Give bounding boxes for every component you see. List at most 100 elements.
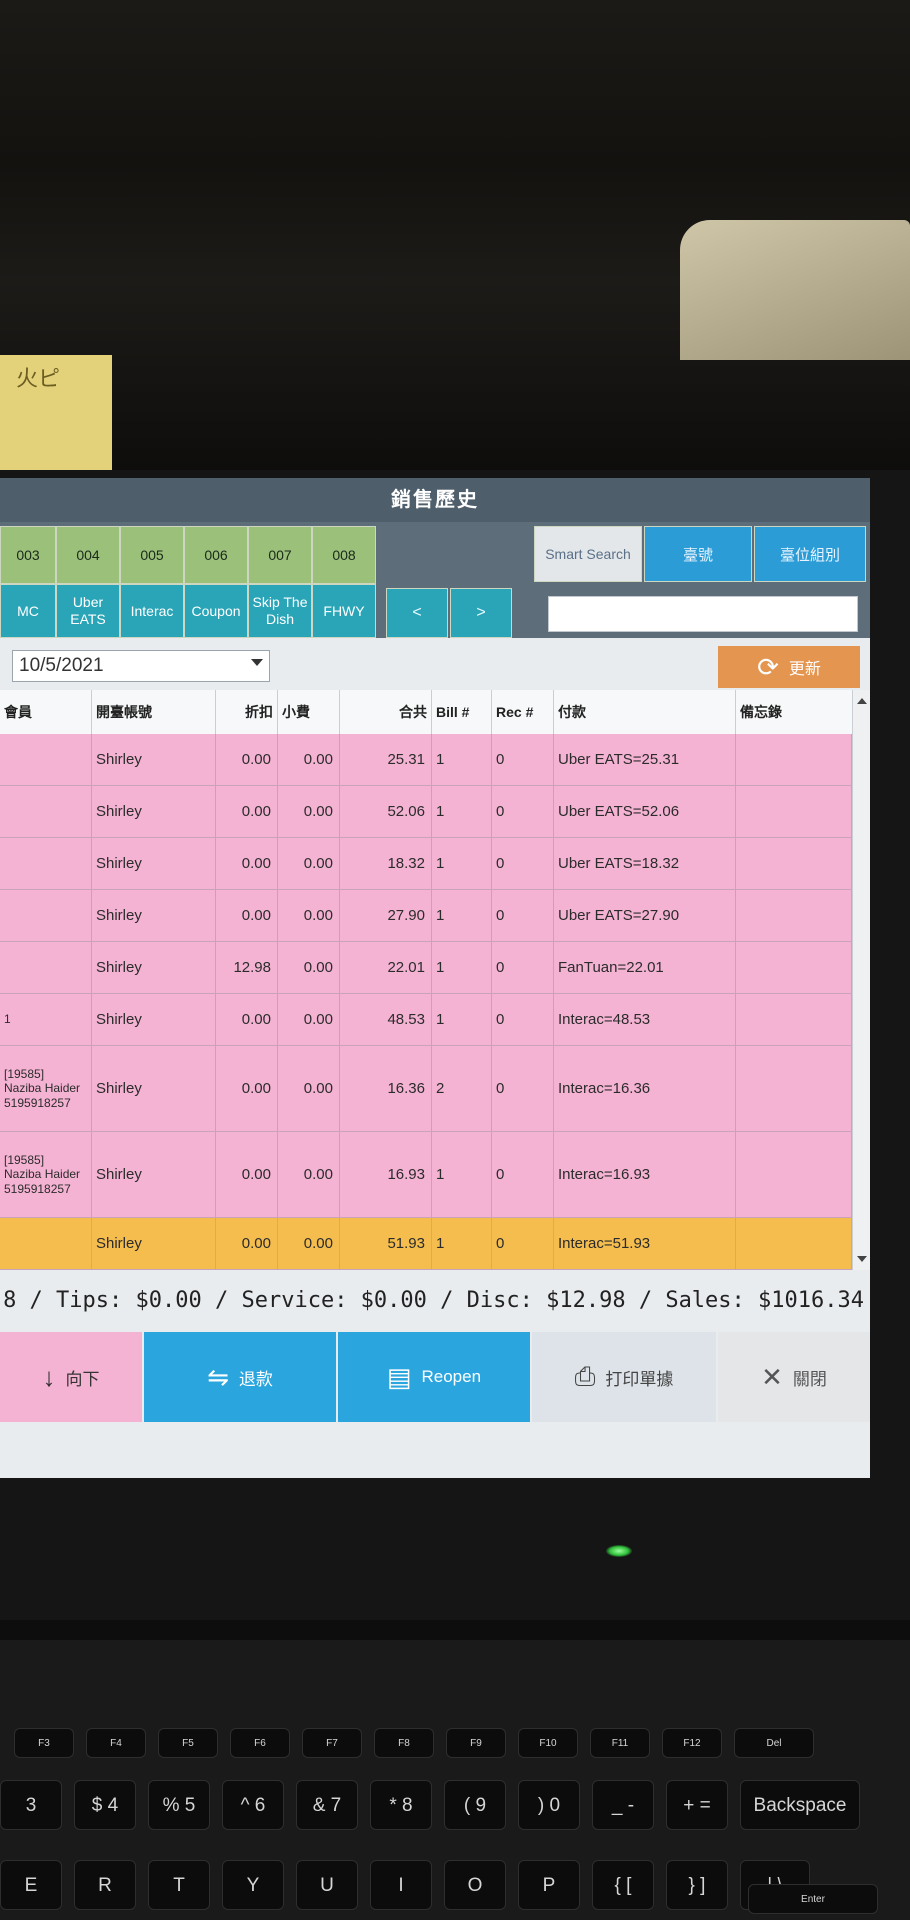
date-dropdown[interactable]: 10/5/2021 — [12, 650, 270, 682]
refund-icon: ⇋ — [207, 1361, 229, 1392]
filter-button-interac[interactable]: Interac — [120, 584, 184, 638]
table-row[interactable]: Shirley 0.00 0.00 51.93 1 0 Interac=51.93 — [0, 1218, 852, 1270]
cell-memo — [736, 1132, 852, 1217]
table-row[interactable]: Shirley 0.00 0.00 52.06 1 0 Uber EATS=52.06 — [0, 786, 852, 838]
table-row[interactable]: 1 Shirley 0.00 0.00 48.53 1 0 Interac=48.53 — [0, 994, 852, 1046]
cell-rec: 0 — [492, 942, 554, 993]
cell-memo — [736, 1046, 852, 1131]
col-member[interactable]: 會員 — [0, 690, 92, 734]
scroll-up-icon[interactable] — [857, 698, 867, 704]
col-total[interactable]: 合共 — [340, 690, 432, 734]
cell-total: 16.93 — [340, 1132, 432, 1217]
page-down-button[interactable]: ↓ 向下 — [0, 1332, 142, 1422]
smart-search-button[interactable]: Smart Search — [534, 526, 642, 582]
power-led — [606, 1545, 632, 1557]
cell-total: 16.36 — [340, 1046, 432, 1131]
keyboard-key: F6 — [230, 1728, 290, 1758]
cell-memo — [736, 942, 852, 993]
cell-discount: 0.00 — [216, 734, 278, 785]
scroll-down-icon[interactable] — [857, 1256, 867, 1262]
cell-total: 18.32 — [340, 838, 432, 889]
reopen-button[interactable]: ▤ Reopen — [338, 1332, 530, 1422]
col-payment[interactable]: 付款 — [554, 690, 736, 734]
close-label: 關閉 — [792, 1369, 827, 1389]
table-row[interactable]: [19585] Naziba Haider 5195918257 Shirley 0… — [0, 1046, 852, 1132]
search-input[interactable] — [548, 596, 858, 632]
cell-account: Shirley — [92, 942, 216, 993]
filter-button-006[interactable]: 006 — [184, 526, 248, 584]
cell-member — [0, 734, 92, 785]
cell-tips: 0.00 — [278, 1046, 340, 1131]
cell-memo — [736, 734, 852, 785]
filter-button-fhwy[interactable]: FHWY — [312, 584, 376, 638]
keyboard-key: ( 9 — [444, 1780, 506, 1830]
cell-payment: Interac=16.93 — [554, 1132, 736, 1217]
table-scrollbar[interactable] — [852, 690, 870, 1270]
keyboard-key: F7 — [302, 1728, 362, 1758]
col-discount[interactable]: 折扣 — [216, 690, 278, 734]
next-page-button[interactable]: > — [450, 588, 512, 638]
cell-member — [0, 890, 92, 941]
filter-button-mc[interactable]: MC — [0, 584, 56, 638]
cell-bill: 1 — [432, 994, 492, 1045]
col-account[interactable]: 開臺帳號 — [92, 690, 216, 734]
print-receipt-button[interactable]: ⎙ 打印單據 — [532, 1332, 716, 1422]
table-row[interactable]: Shirley 12.98 0.00 22.01 1 0 FanTuan=22.01 — [0, 942, 852, 994]
keyboard-key: F11 — [590, 1728, 650, 1758]
table-row[interactable]: Shirley 0.00 0.00 18.32 1 0 Uber EATS=18.32 — [0, 838, 852, 890]
cell-rec: 0 — [492, 1132, 554, 1217]
filter-button-005[interactable]: 005 — [120, 526, 184, 584]
cell-discount: 0.00 — [216, 1046, 278, 1131]
col-tips[interactable]: 小費 — [278, 690, 340, 734]
cell-payment: Uber EATS=18.32 — [554, 838, 736, 889]
filter-button-skip-the-dish[interactable]: Skip The Dish — [248, 584, 312, 638]
cell-bill: 1 — [432, 838, 492, 889]
filter-button-008[interactable]: 008 — [312, 526, 376, 584]
printer-icon: ⎙ — [574, 1361, 596, 1391]
close-button[interactable]: ✕ 關閉 — [718, 1332, 870, 1422]
filter-button-004[interactable]: 004 — [56, 526, 120, 584]
keyboard-key: F8 — [374, 1728, 434, 1758]
refresh-button[interactable]: ⟳ 更新 — [718, 646, 860, 688]
keyboard-key-enter: Enter — [748, 1884, 878, 1914]
table-row[interactable]: [19585] Naziba Haider 5195918257 Shirley 0… — [0, 1132, 852, 1218]
refund-button[interactable]: ⇋ 退款 — [144, 1332, 336, 1422]
keyboard-key: * 8 — [370, 1780, 432, 1830]
keyboard-key: $ 4 — [74, 1780, 136, 1830]
cell-account: Shirley — [92, 890, 216, 941]
filter-button-coupon[interactable]: Coupon — [184, 584, 248, 638]
cell-bill: 1 — [432, 1218, 492, 1269]
filter-button-003[interactable]: 003 — [0, 526, 56, 584]
table-header: 會員 開臺帳號 折扣 小費 合共 Bill # Rec # 付款 備忘錄 — [0, 690, 852, 735]
cell-payment: Interac=51.93 — [554, 1218, 736, 1269]
prev-page-button[interactable]: < — [386, 588, 448, 638]
col-memo[interactable]: 備忘錄 — [736, 690, 852, 734]
keyboard-key: Y — [222, 1860, 284, 1910]
cell-discount: 0.00 — [216, 838, 278, 889]
cell-member: [19585] Naziba Haider 5195918257 — [0, 1046, 92, 1131]
col-rec[interactable]: Rec # — [492, 690, 554, 734]
filter-button-007[interactable]: 007 — [248, 526, 312, 584]
cell-tips: 0.00 — [278, 890, 340, 941]
keyboard-key: P — [518, 1860, 580, 1910]
keyboard: F3 F4 F5 F6 F7 F8 F9 F10 F11 F12 Del 3 $ 4% 5 ^ 6 & 7 *… — [0, 1640, 910, 1920]
cell-account: Shirley — [92, 786, 216, 837]
print-label: 打印單據 — [605, 1369, 674, 1389]
cell-discount: 0.00 — [216, 786, 278, 837]
cell-rec: 0 — [492, 1218, 554, 1269]
keyboard-key: T — [148, 1860, 210, 1910]
col-bill[interactable]: Bill # — [432, 690, 492, 734]
cell-account: Shirley — [92, 1132, 216, 1217]
table-group-button[interactable]: 臺位組別 — [754, 526, 866, 582]
cell-payment: Uber EATS=25.31 — [554, 734, 736, 785]
cell-tips: 0.00 — [278, 994, 340, 1045]
cell-member — [0, 942, 92, 993]
cell-payment: Uber EATS=27.90 — [554, 890, 736, 941]
filter-button-uber-eats[interactable]: Uber EATS — [56, 584, 120, 638]
cell-payment: Uber EATS=52.06 — [554, 786, 736, 837]
sticky-note: 火ピ — [0, 355, 112, 473]
table-number-button[interactable]: 臺號 — [644, 526, 752, 582]
table-row[interactable]: Shirley 0.00 0.00 25.31 1 0 Uber EATS=25.31 — [0, 734, 852, 786]
table-row[interactable]: Shirley 0.00 0.00 27.90 1 0 Uber EATS=27.90 — [0, 890, 852, 942]
chevron-down-icon — [251, 659, 263, 666]
